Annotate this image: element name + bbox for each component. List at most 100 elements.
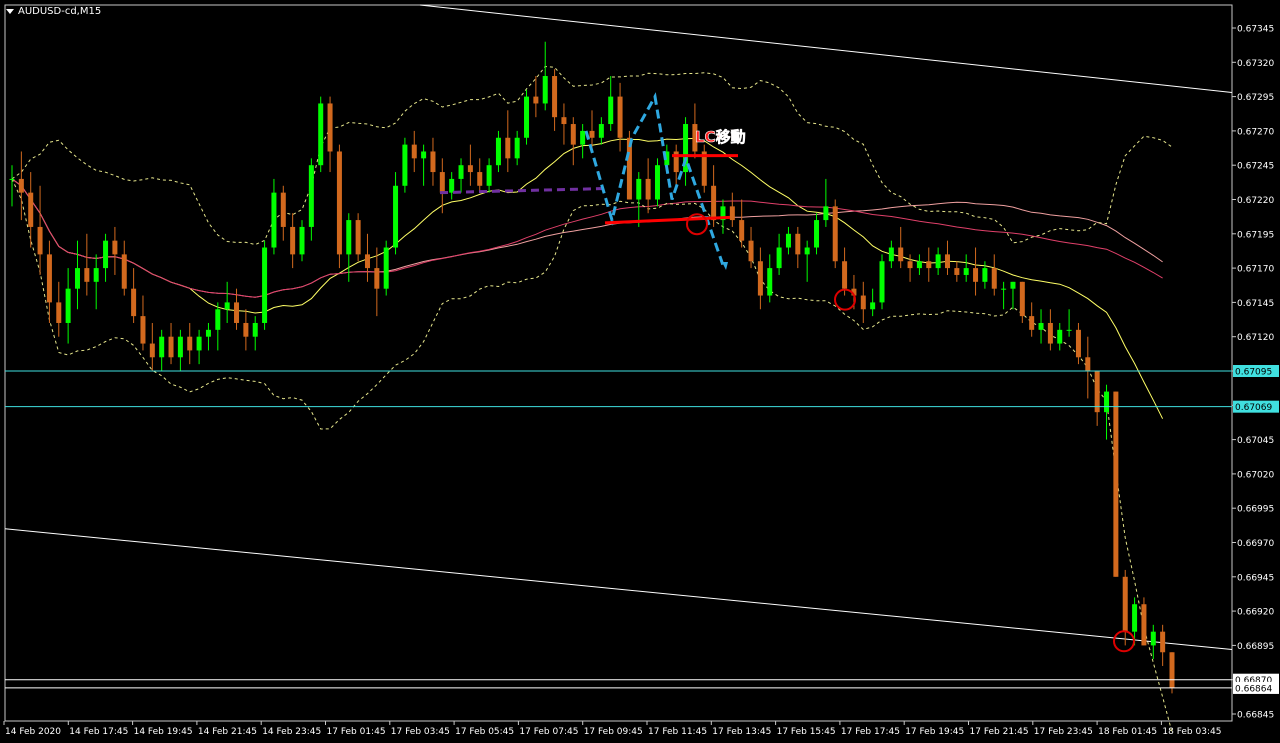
x-tick-label: 14 Feb 21:45 [198,727,257,737]
candle-body [1085,357,1091,371]
candle-body [1057,329,1063,344]
x-tick-label: 17 Feb 09:45 [584,727,643,737]
candle-body [926,261,932,269]
candle-body [982,268,988,282]
candle-body [542,76,548,104]
candle-body [205,329,211,337]
candle-body [898,247,904,262]
candle-body [842,261,848,289]
candle-body [776,247,782,269]
candle-body [804,247,810,255]
level-price-label: 0.66864 [1235,684,1272,694]
x-tick-label: 14 Feb 17:45 [69,727,128,737]
candle-body [299,226,305,255]
candle-body [215,309,221,330]
candle-body [888,247,894,262]
candle-body [524,96,530,138]
candle-body [103,240,109,269]
y-tick-label: 0.67270 [1237,127,1274,137]
candle-body [973,268,979,282]
candle-body [196,336,202,351]
y-tick-label: 0.67170 [1237,265,1274,275]
candle-body [290,226,296,255]
candle-body [795,233,801,255]
candle-body [533,96,539,104]
candle-body [374,268,380,289]
candle-body [916,261,922,269]
candle-body [243,322,249,337]
candle-body [617,96,623,138]
x-tick-label: 17 Feb 07:45 [519,727,578,737]
y-tick-label: 0.67120 [1237,333,1274,343]
candle-body [505,137,511,159]
y-tick-label: 0.66995 [1237,505,1274,515]
candle-body [140,316,146,344]
y-tick-label: 0.67195 [1237,230,1274,240]
candle-body [327,103,333,152]
candle-body [37,226,43,255]
candle-body [28,192,34,227]
symbol-label: AUDUSD-cd,M15 [18,6,102,17]
x-tick-label: 18 Feb 01:45 [1098,727,1157,737]
candle-body [1150,631,1156,646]
candle-body [654,165,660,200]
candle-body [645,178,651,200]
candle-body [421,151,427,159]
candle-body [84,268,90,282]
candle-body [9,178,15,180]
y-tick-label: 0.67145 [1237,299,1274,309]
candle-body [1038,322,1044,330]
candle-body [552,76,558,118]
candle-body [93,268,99,282]
candle-body [224,302,230,310]
candle-body [748,240,754,262]
candle-body [430,151,436,173]
candle-body [402,144,408,186]
candle-body [879,261,885,303]
candle-body [46,254,52,303]
y-tick-label: 0.67220 [1237,196,1274,206]
candle-body [860,295,866,310]
candle-body [1094,371,1100,413]
candle-body [991,268,997,289]
candle-body [439,172,445,193]
candle-body [458,165,464,179]
y-tick-label: 0.67245 [1237,162,1274,172]
candle-body [280,192,286,227]
candle-body [65,288,71,323]
candle-body [935,254,941,269]
candle-body [580,130,586,145]
x-tick-label: 17 Feb 15:45 [777,727,836,737]
candle-body [159,336,165,358]
x-tick-label: 14 Feb 23:45 [262,727,321,737]
x-tick-label: 17 Feb 01:45 [327,727,386,737]
x-tick-label: 17 Feb 21:45 [970,727,1029,737]
candle-body [1169,652,1175,688]
candle-body [1160,631,1166,653]
candle-body [963,268,969,275]
candle-body [486,165,492,186]
candle-body [271,192,277,248]
candle-body [598,124,604,138]
candle-body [1047,322,1053,344]
candle-body [711,185,717,221]
x-tick-label: 17 Feb 03:45 [391,727,450,737]
x-tick-label: 14 Feb 2020 [5,727,61,737]
symbol-title[interactable]: AUDUSD-cd,M15 [6,6,101,17]
candle-body [589,130,595,138]
candle-body [252,322,258,337]
candle-body [1141,604,1147,646]
level-price-label: 0.67069 [1235,403,1272,413]
dropdown-arrow-icon[interactable] [6,9,14,14]
candle-body [954,268,960,275]
candle-body [608,96,614,125]
candle-body [393,185,399,248]
time-axis: 14 Feb 2020 14 Feb 17:45 14 Feb 19:45 14 Fe… [3,721,1221,737]
level-price-label: 0.67095 [1235,368,1272,378]
candle-body [1019,281,1025,317]
candle-body [112,240,118,255]
candle-body [411,144,417,159]
candle-body [18,178,24,193]
candle-body [1001,288,1007,290]
candle-body [1122,576,1128,632]
